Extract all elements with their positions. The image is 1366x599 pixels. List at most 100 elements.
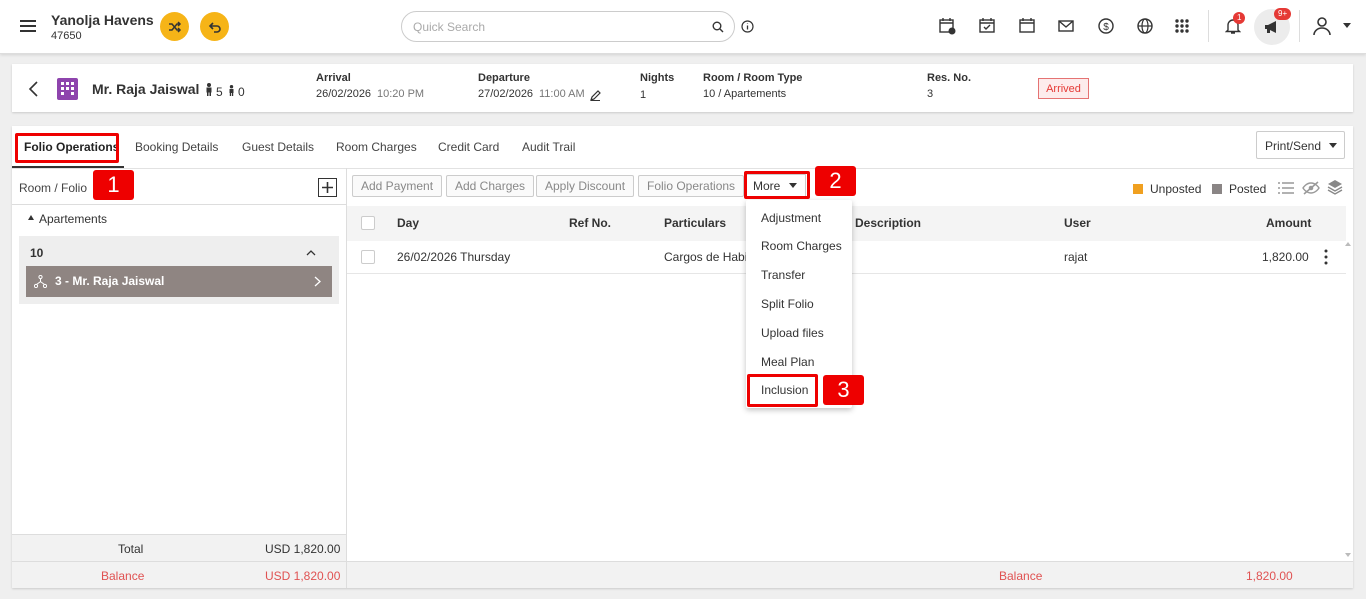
row-day: 26/02/2026 Thursday <box>397 250 511 264</box>
add-payment-button[interactable]: Add Payment <box>352 175 443 197</box>
res-no-label: Res. No. <box>927 72 972 84</box>
table-balance-value: 1,820.00 <box>1246 569 1293 583</box>
row-user: rajat <box>1064 250 1088 264</box>
guest-header-card <box>12 64 1353 112</box>
divider <box>1208 10 1209 42</box>
row-checkbox[interactable] <box>361 250 375 264</box>
total-label: Total <box>118 542 144 556</box>
hotel-name: Yanolja Havens <box>51 12 154 28</box>
menu-item-upload-files[interactable]: Upload files <box>761 326 824 340</box>
add-charges-button[interactable]: Add Charges <box>446 175 535 197</box>
megaphone-icon <box>1265 21 1276 33</box>
info-icon[interactable] <box>741 20 754 33</box>
undo-button[interactable] <box>200 12 229 41</box>
hide-eye-icon[interactable] <box>1302 181 1320 195</box>
tab-guest-details[interactable]: Guest Details <box>242 140 314 154</box>
annotation-box-more <box>744 171 810 199</box>
back-arrow-icon[interactable] <box>28 81 38 97</box>
annotation-number-2: 2 <box>815 166 856 196</box>
scroll-down-icon[interactable] <box>1345 553 1351 557</box>
menu-icon[interactable] <box>20 17 36 35</box>
departure-date: 27/02/2026 <box>478 88 534 100</box>
add-folio-button[interactable] <box>318 178 337 197</box>
tab-room-charges[interactable]: Room Charges <box>336 140 417 154</box>
print-send-button[interactable]: Print/Send <box>1256 131 1345 159</box>
res-no-value: 3 <box>927 88 934 100</box>
print-send-label: Print/Send <box>1265 139 1322 153</box>
room-number: 10 <box>30 246 44 260</box>
folio-operations-button[interactable]: Folio Operations <box>638 175 745 197</box>
col-ref-no: Ref No. <box>569 216 611 230</box>
search-icon[interactable] <box>712 21 724 33</box>
annotation-box-folio-operations <box>15 133 119 163</box>
shuffle-icon <box>168 20 181 33</box>
tab-credit-card[interactable]: Credit Card <box>438 140 499 154</box>
row-particulars: Cargos de Habit <box>664 250 751 264</box>
guest-name: Mr. Raja Jaiswal <box>92 81 200 97</box>
divider <box>1299 10 1300 42</box>
apps-grid-icon[interactable] <box>1171 15 1193 37</box>
row-kebab-icon[interactable] <box>1324 249 1328 265</box>
adult-icon <box>206 83 212 96</box>
search-placeholder: Quick Search <box>413 20 486 34</box>
annotation-number-1: 1 <box>93 170 134 200</box>
user-icon[interactable] <box>1311 15 1333 37</box>
globe-icon[interactable] <box>1134 15 1156 37</box>
folio-row[interactable]: 3 - Mr. Raja Jaiswal <box>26 266 332 297</box>
user-menu-caret-icon[interactable] <box>1343 23 1351 28</box>
shuffle-button[interactable] <box>160 12 189 41</box>
posted-swatch <box>1212 184 1222 194</box>
chevron-right-icon <box>314 276 321 287</box>
menu-item-transfer[interactable]: Transfer <box>761 268 805 282</box>
search-input[interactable]: Quick Search <box>401 11 735 42</box>
nights-label: Nights <box>640 72 675 84</box>
child-count: 0 <box>238 85 245 99</box>
arrival-time: 10:20 PM <box>377 88 425 100</box>
select-all-checkbox[interactable] <box>361 216 375 230</box>
menu-item-adjustment[interactable]: Adjustment <box>761 211 821 225</box>
room-type-label: Room / Room Type <box>703 72 803 84</box>
col-user: User <box>1064 216 1091 230</box>
building-icon <box>57 78 78 100</box>
announcement-badge: 9+ <box>1274 8 1292 20</box>
departure-label: Departure <box>478 72 530 84</box>
annotation-box-inclusion <box>747 374 818 407</box>
tab-booking-details[interactable]: Booking Details <box>135 140 218 154</box>
divider <box>12 561 346 562</box>
posted-label: Posted <box>1229 182 1267 196</box>
col-day: Day <box>397 216 420 230</box>
folio-label: 3 - Mr. Raja Jaiswal <box>55 274 165 288</box>
room-type-value: 10 / Apartements <box>703 88 787 100</box>
chevron-up-icon[interactable] <box>306 249 316 256</box>
menu-item-split-folio[interactable]: Split Folio <box>761 297 814 311</box>
calendar-add-icon[interactable] <box>936 15 958 37</box>
collapse-caret-icon[interactable] <box>28 215 34 220</box>
menu-item-room-charges[interactable]: Room Charges <box>761 239 842 253</box>
scroll-up-icon[interactable] <box>1345 242 1351 246</box>
calendar-icon[interactable] <box>1016 15 1038 37</box>
room-type-group[interactable]: Apartements <box>39 212 107 226</box>
departure-time: 11:00 AM <box>539 88 585 100</box>
currency-icon[interactable]: $ <box>1095 15 1117 37</box>
edit-pencil-icon[interactable] <box>590 90 601 101</box>
unposted-swatch <box>1133 184 1143 194</box>
list-view-icon[interactable] <box>1277 181 1295 195</box>
adult-count: 5 <box>216 85 223 99</box>
mail-icon[interactable] <box>1055 15 1077 37</box>
nights-value: 1 <box>640 89 647 101</box>
calendar-check-icon[interactable] <box>976 15 998 37</box>
menu-item-meal-plan[interactable]: Meal Plan <box>761 355 814 369</box>
chevron-down-icon <box>1329 143 1337 148</box>
tabs-divider <box>12 168 1353 169</box>
apply-discount-button[interactable]: Apply Discount <box>536 175 635 197</box>
row-amount: 1,820.00 <box>1262 250 1309 264</box>
status-badge: Arrived <box>1038 78 1089 99</box>
top-bar: Yanolja Havens 47650 Quick Search $ 1 9+ <box>0 0 1366 54</box>
arrival-label: Arrival <box>316 72 351 84</box>
col-description: Description <box>855 216 922 230</box>
layers-icon[interactable] <box>1327 179 1343 195</box>
svg-text:$: $ <box>1103 22 1109 33</box>
divider <box>12 204 346 205</box>
tab-audit-trail[interactable]: Audit Trail <box>522 140 575 154</box>
annotation-number-3: 3 <box>823 375 864 405</box>
